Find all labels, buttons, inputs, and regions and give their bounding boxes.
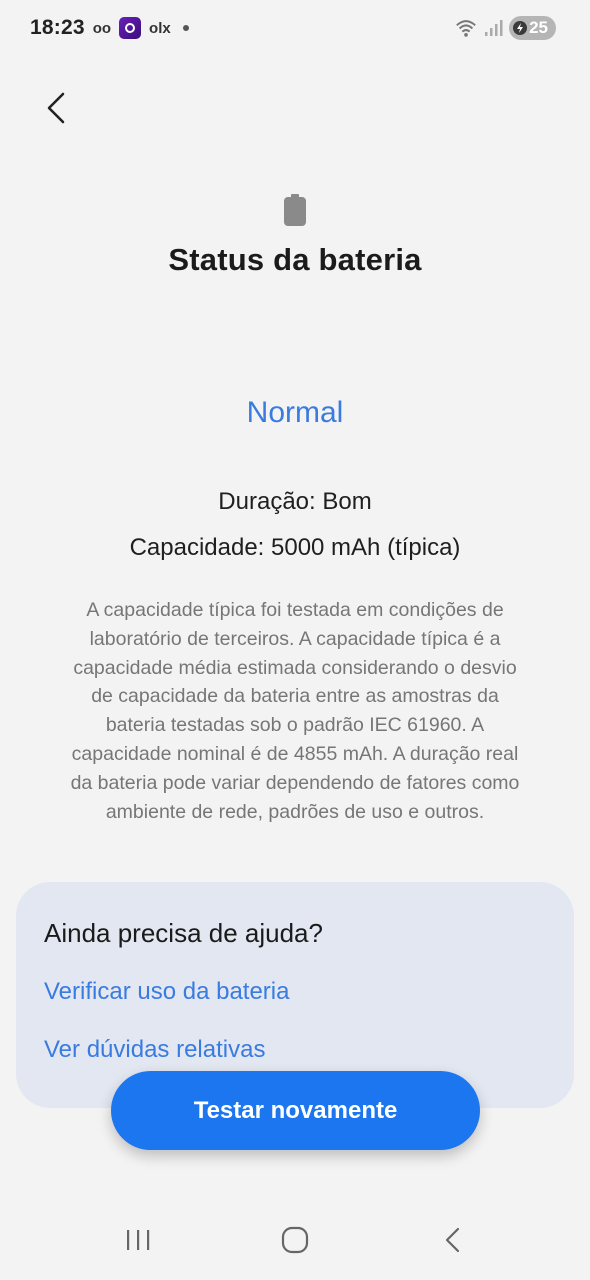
signal-icon [485,20,503,36]
retest-button[interactable]: Testar novamente [111,1071,480,1150]
nav-home-button[interactable] [265,1215,325,1265]
battery-duration: Duração: Bom [218,488,372,515]
olx-notification-icon: olx [149,19,171,37]
recents-icon [127,1230,150,1250]
check-battery-usage-link[interactable]: Verificar uso da bateria [44,978,289,1006]
navigation-bar [0,1200,590,1280]
charging-icon [513,21,528,35]
wifi-icon [456,20,476,37]
status-bar: 18:23 oo olx 25 [0,0,590,56]
related-questions-link[interactable]: Ver dúvidas relativas [44,1036,265,1064]
voicemail-icon: oo [92,19,112,37]
page-title: Status da bateria [168,242,422,277]
status-time: 18:23 [30,16,85,39]
chevron-left-icon [47,92,65,124]
battery-level-text: 25 [529,18,548,37]
more-notifications-dot [182,25,189,31]
help-card-title: Ainda precisa de ajuda? [44,918,323,948]
back-icon [445,1227,459,1253]
battery-status-screen: 18:23 oo olx 25 Status da bateria Normal… [0,0,590,1280]
battery-status-value: Normal [246,396,344,429]
home-icon [281,1226,309,1254]
battery-capacity: Capacidade: 5000 mAh (típica) [129,534,461,561]
back-button[interactable] [36,86,76,130]
nav-back-button[interactable] [422,1215,482,1265]
battery-level-badge: 25 [509,16,556,40]
app-notification-icon [119,17,142,39]
battery-icon [284,194,306,226]
capacity-description: A capacidade típica foi testada em condi… [70,599,520,823]
nav-recents-button[interactable] [108,1215,168,1265]
